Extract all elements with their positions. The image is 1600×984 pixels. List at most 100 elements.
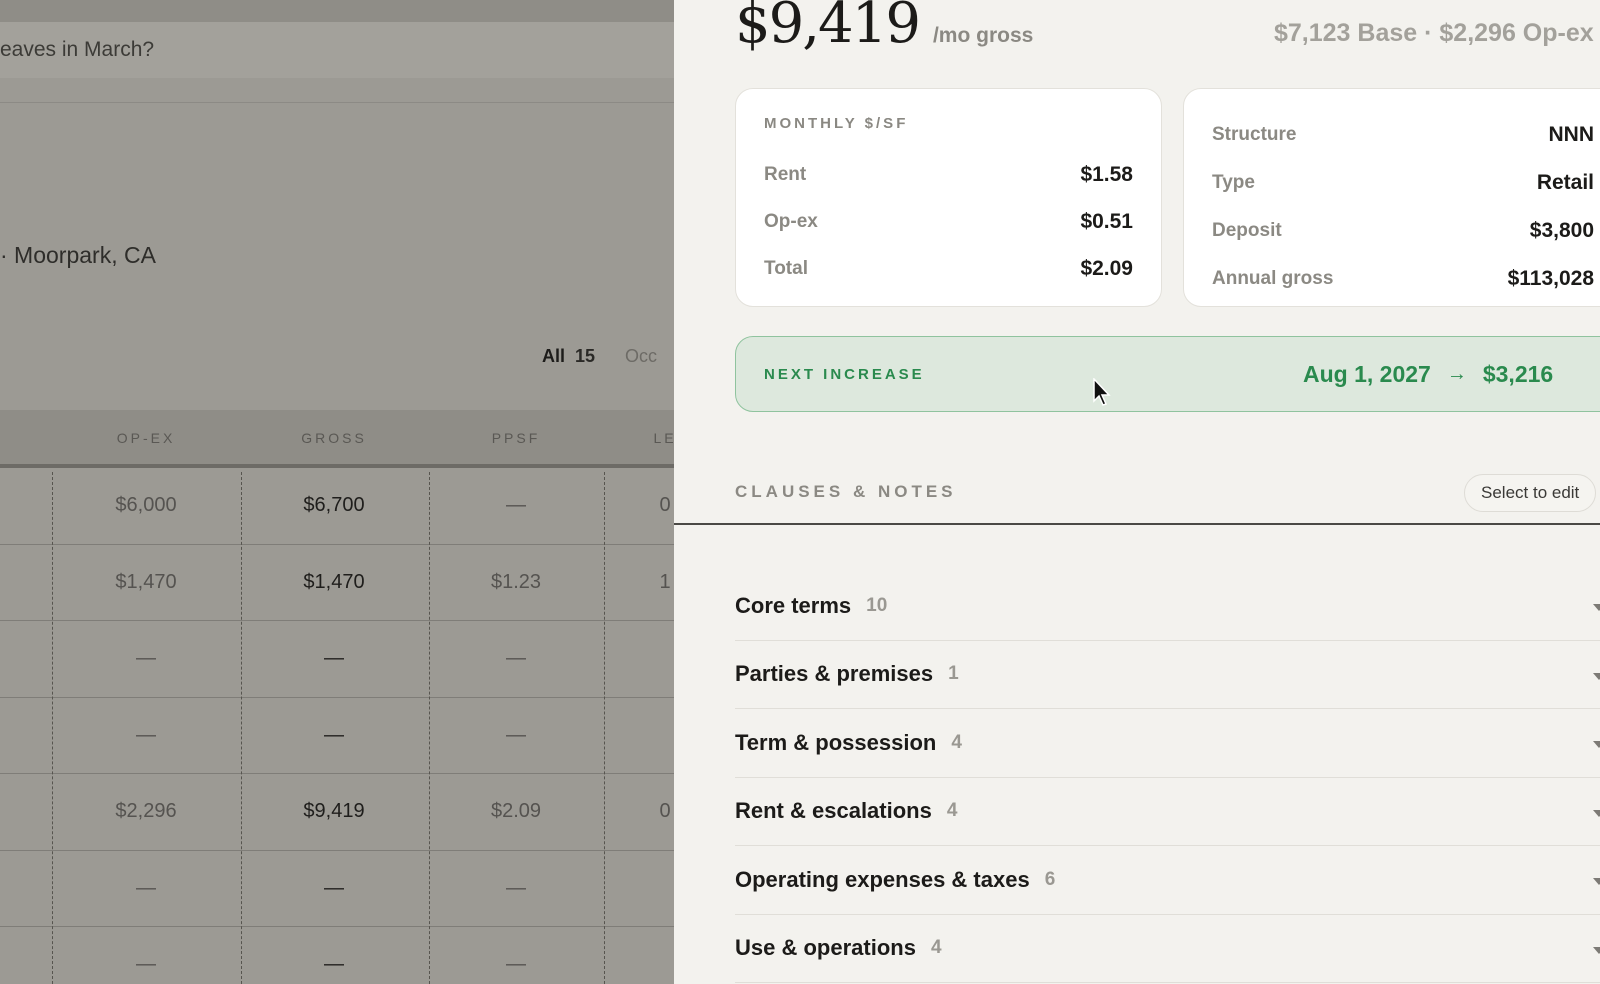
- section-core-terms[interactable]: Core terms 10: [735, 572, 1600, 641]
- section-use-operations[interactable]: Use & operations 4: [735, 915, 1600, 983]
- table-header: OP-EX GROSS PPSF LE: [0, 410, 674, 468]
- column-divider: [52, 472, 53, 984]
- filter-other-label: Occ: [625, 346, 658, 366]
- table-cell-gross: —: [324, 647, 344, 669]
- table-cell-ppsf: —: [506, 647, 526, 669]
- table-cell-opex: —: [136, 953, 156, 975]
- table-cell-ppsf: —: [506, 876, 526, 899]
- table-cell-le: 1: [659, 570, 671, 593]
- table-row[interactable]: $6,000 $6,700 — 0: [0, 468, 674, 545]
- table-cell-gross: —: [324, 876, 344, 899]
- table-cell-opex: $2,296: [115, 800, 177, 822]
- table-cell-le: 0: [659, 800, 671, 822]
- table-body: $6,000 $6,700 — 0 $1,470 $1,470 $1.23 1 — — — — — — $2…: [0, 468, 674, 984]
- column-header-opex: OP-EX: [116, 430, 176, 446]
- section-count: 6: [1044, 868, 1056, 890]
- section-title: Use & operations: [735, 935, 916, 961]
- table-cell-ppsf: —: [506, 494, 526, 516]
- background-location: · Moorpark, CA: [0, 242, 156, 268]
- monthly-psf-title: MONTHLY $/SF: [764, 115, 909, 132]
- column-divider: [429, 472, 430, 984]
- gross-breakdown: $7,123 Base · $2,296 Op-ex: [1274, 19, 1594, 47]
- chevron-down-icon[interactable]: [1593, 946, 1600, 954]
- chevron-down-icon[interactable]: [1593, 672, 1600, 680]
- background-table: OP-EX GROSS PPSF LE $6,000 $6,700 — 0 $1,470…: [0, 410, 674, 984]
- select-to-edit-button[interactable]: Select to edit: [1464, 474, 1597, 512]
- chevron-down-icon[interactable]: [1593, 741, 1600, 748]
- detail-row-annual-gross: Annual gross $113,028: [1212, 255, 1594, 303]
- psf-row-total: Total $2.09: [764, 245, 1133, 292]
- table-row[interactable]: — — —: [0, 851, 674, 927]
- column-divider: [604, 472, 605, 984]
- table-row[interactable]: $1,470 $1,470 $1.23 1: [0, 545, 674, 621]
- lease-detail-panel: $9,419 /mo gross $7,123 Base · $2,296 Op…: [674, 0, 1600, 984]
- section-parties-premises[interactable]: Parties & premises 1: [735, 641, 1600, 709]
- detail-label: Structure: [1212, 124, 1297, 145]
- next-increase-date: Aug 1, 2027: [1303, 360, 1431, 387]
- next-increase-banner[interactable]: NEXT INCREASE Aug 1, 2027 → $3,216: [735, 336, 1600, 412]
- section-operating-expenses[interactable]: Operating expenses & taxes 6: [735, 846, 1600, 915]
- detail-label: Annual gross: [1212, 268, 1334, 289]
- table-cell-gross: $6,700: [303, 494, 365, 516]
- table-cell-ppsf: —: [506, 953, 526, 975]
- detail-value: $3,800: [1529, 219, 1594, 242]
- column-header-gross: GROSS: [301, 430, 367, 446]
- psf-value: $0.51: [1080, 209, 1133, 233]
- section-count: 4: [946, 800, 958, 822]
- background-search-bar: eaves in March?: [0, 22, 674, 78]
- section-term-possession[interactable]: Term & possession 4: [735, 709, 1600, 778]
- table-row[interactable]: — — —: [0, 698, 674, 774]
- table-cell-opex: —: [136, 647, 156, 669]
- gross-summary: $9,419 /mo gross: [735, 0, 1033, 54]
- psf-label: Total: [764, 257, 808, 279]
- section-title: Rent & escalations: [735, 798, 932, 824]
- table-cell-le: 0: [659, 494, 671, 516]
- background-app: eaves in March? · Moorpark, CA All 15 Oc…: [0, 0, 674, 984]
- detail-row-type: Type Retail: [1212, 159, 1594, 207]
- filter-all-count: 15: [575, 346, 596, 366]
- table-cell-gross: —: [324, 953, 344, 975]
- chevron-down-icon[interactable]: [1593, 604, 1600, 611]
- background-filters: All 15 Occ: [542, 346, 657, 367]
- column-header-ppsf: PPSF: [491, 430, 541, 446]
- table-cell-opex: $1,470: [115, 570, 177, 593]
- clauses-divider: [674, 523, 1600, 525]
- filter-all-label: All: [542, 346, 566, 366]
- section-rent-escalations[interactable]: Rent & escalations 4: [735, 778, 1600, 846]
- section-title: Term & possession: [735, 729, 937, 755]
- section-title: Core terms: [735, 592, 852, 618]
- section-title: Operating expenses & taxes: [735, 866, 1030, 892]
- background-divider: [0, 102, 674, 103]
- section-count: 4: [930, 937, 942, 959]
- next-increase-amount: $3,216: [1482, 360, 1554, 387]
- table-row[interactable]: — — —: [0, 621, 674, 698]
- detail-row-structure: Structure NNN: [1212, 111, 1594, 159]
- detail-label: Deposit: [1212, 220, 1282, 241]
- table-cell-opex: $6,000: [115, 494, 177, 516]
- chevron-down-icon[interactable]: [1593, 878, 1600, 885]
- detail-value: Retail: [1536, 171, 1594, 194]
- psf-label: Op-ex: [764, 210, 818, 232]
- table-cell-gross: $1,470: [303, 570, 365, 593]
- table-row[interactable]: — — —: [0, 927, 674, 984]
- table-cell-gross: $9,419: [303, 800, 365, 822]
- table-cell-ppsf: $2.09: [490, 800, 542, 822]
- section-count: 10: [866, 594, 888, 616]
- monthly-psf-card: MONTHLY $/SF Rent $1.58 Op-ex $0.51 Tota…: [735, 88, 1162, 307]
- gross-suffix: /mo gross: [932, 24, 1034, 47]
- psf-value: $2.09: [1080, 256, 1133, 280]
- table-cell-opex: —: [136, 723, 156, 746]
- chevron-down-icon[interactable]: [1593, 809, 1600, 817]
- psf-row-rent: Rent $1.58: [764, 151, 1133, 198]
- section-title: Parties & premises: [735, 661, 934, 687]
- column-header-le: LE: [653, 430, 674, 446]
- detail-value: NNN: [1548, 123, 1595, 146]
- section-count: 4: [951, 731, 962, 753]
- detail-label: Type: [1212, 172, 1255, 193]
- mouse-cursor-icon: [1093, 378, 1111, 406]
- table-row[interactable]: $2,296 $9,419 $2.09 0: [0, 774, 674, 851]
- clauses-heading: CLAUSES & NOTES: [735, 482, 957, 501]
- background-topbar: [0, 0, 674, 22]
- next-increase-label: NEXT INCREASE: [764, 365, 925, 383]
- detail-row-deposit: Deposit $3,800: [1212, 207, 1594, 255]
